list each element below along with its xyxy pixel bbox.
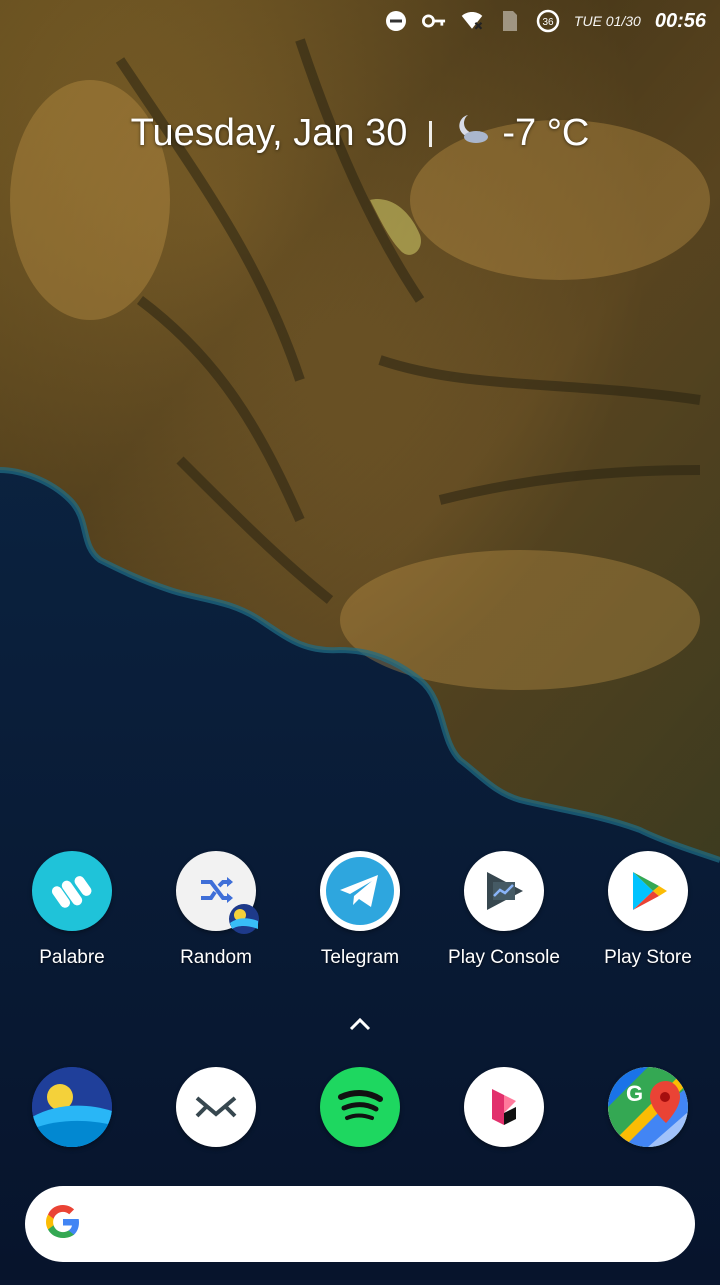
svg-text:G: G bbox=[626, 1081, 643, 1106]
glance-date[interactable]: Tuesday, Jan 30 bbox=[131, 112, 408, 155]
status-bar: 36 TUE 01/30 00:56 bbox=[0, 0, 720, 42]
telegram-icon[interactable] bbox=[320, 851, 400, 931]
mail-icon[interactable] bbox=[176, 1067, 256, 1147]
app-palabre[interactable]: Palabre bbox=[0, 851, 144, 969]
app-drawer-handle[interactable] bbox=[344, 1010, 376, 1038]
app-random[interactable]: Random bbox=[144, 851, 288, 969]
svg-text:36: 36 bbox=[542, 17, 554, 28]
shuffle-icon[interactable] bbox=[176, 851, 259, 934]
play-console-icon[interactable] bbox=[464, 851, 544, 931]
play-store-icon[interactable] bbox=[608, 851, 688, 931]
moon-cloud-icon bbox=[454, 112, 490, 155]
at-a-glance[interactable]: Tuesday, Jan 30 -7 °C bbox=[0, 112, 720, 155]
google-g-icon[interactable] bbox=[43, 1202, 83, 1247]
spotify-icon[interactable] bbox=[320, 1067, 400, 1147]
dock: G bbox=[0, 1067, 720, 1147]
do-not-disturb-icon bbox=[384, 9, 408, 33]
app-play-store[interactable]: Play Store bbox=[576, 851, 720, 969]
status-date: TUE 01/30 bbox=[573, 13, 641, 29]
google-maps-icon[interactable]: G bbox=[608, 1067, 688, 1147]
deezer-icon[interactable] bbox=[464, 1067, 544, 1147]
app-label: Palabre bbox=[39, 947, 105, 968]
sim-icon bbox=[498, 9, 522, 33]
app-label: Play Console bbox=[448, 947, 560, 968]
app-label: Telegram bbox=[320, 947, 400, 968]
wallpaper-app-icon[interactable] bbox=[32, 1067, 112, 1147]
glance-temperature: -7 °C bbox=[502, 112, 590, 154]
chevron-up-icon bbox=[349, 1017, 371, 1031]
app-play-console[interactable]: Play Console bbox=[432, 851, 576, 969]
wallpaper-badge-icon bbox=[229, 904, 259, 934]
google-search-bar[interactable] bbox=[25, 1186, 695, 1262]
glance-weather[interactable]: -7 °C bbox=[454, 112, 589, 155]
app-telegram[interactable]: Telegram bbox=[288, 851, 432, 969]
glance-divider bbox=[429, 120, 433, 147]
vpn-key-icon bbox=[421, 9, 446, 33]
wifi-off-icon bbox=[460, 9, 484, 33]
home-app-row: Palabre Random Telegram Play Console Pla… bbox=[0, 851, 720, 969]
app-label: Play Store bbox=[604, 947, 692, 968]
battery-saver-icon: 36 bbox=[536, 9, 560, 33]
status-clock: 00:56 bbox=[654, 9, 706, 32]
app-label: Random bbox=[180, 947, 252, 968]
palabre-icon[interactable] bbox=[32, 851, 112, 931]
